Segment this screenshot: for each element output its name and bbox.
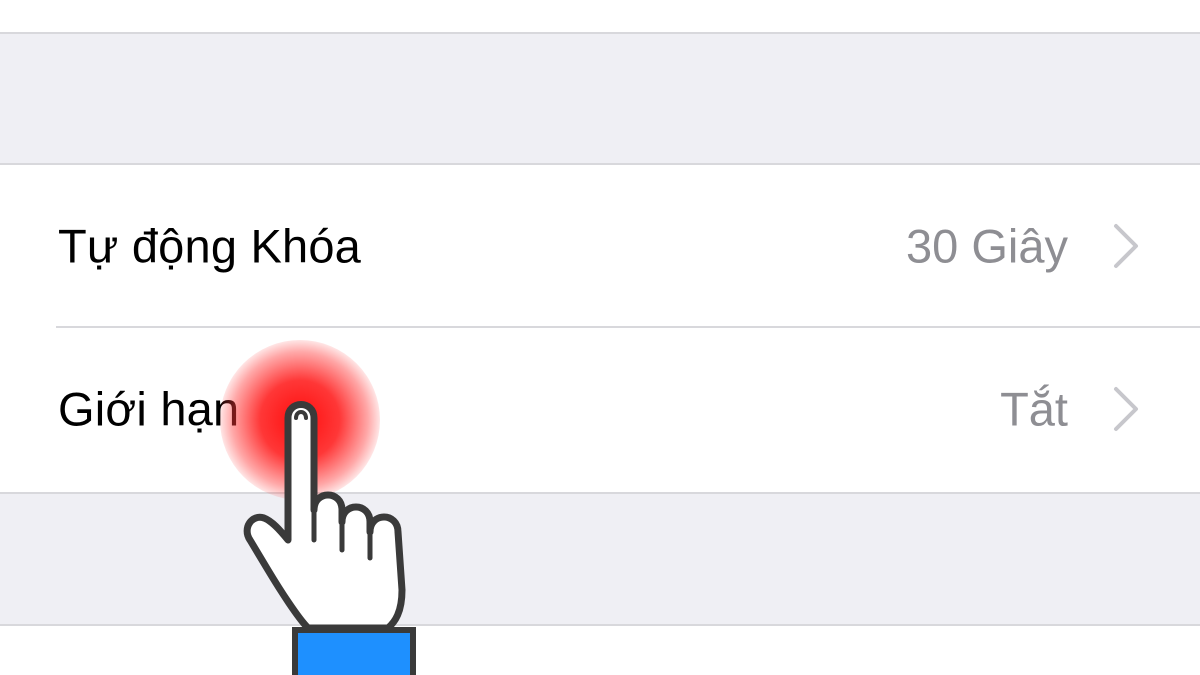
settings-group: Tự động Khóa 30 Giây Giới hạn Tắt bbox=[0, 165, 1200, 492]
restrictions-label: Giới hạn bbox=[58, 382, 240, 436]
restrictions-row[interactable]: Giới hạn Tắt bbox=[0, 328, 1200, 490]
next-settings-group bbox=[0, 626, 1200, 675]
chevron-right-icon bbox=[1114, 387, 1138, 431]
auto-lock-row[interactable]: Tự động Khóa 30 Giây bbox=[0, 165, 1200, 327]
auto-lock-label: Tự động Khóa bbox=[58, 219, 362, 273]
chevron-right-icon bbox=[1114, 224, 1138, 268]
section-spacer-top bbox=[0, 32, 1200, 165]
auto-lock-value: 30 Giây bbox=[906, 219, 1068, 273]
pointing-hand-icon bbox=[243, 401, 416, 675]
restrictions-value: Tắt bbox=[1000, 382, 1068, 436]
section-spacer-bottom bbox=[0, 492, 1200, 626]
top-area bbox=[0, 0, 1200, 32]
